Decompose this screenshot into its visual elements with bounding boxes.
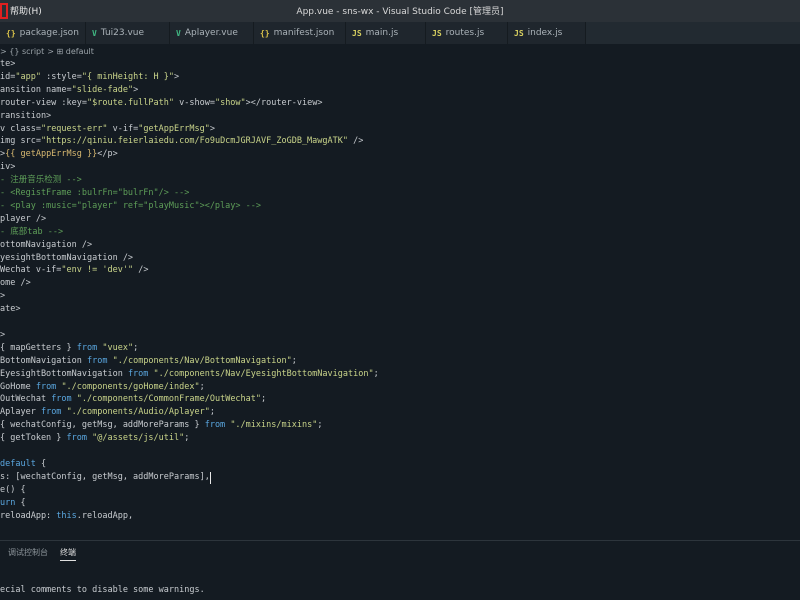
panel-tabs: 调试控制台 终端 [0,545,800,563]
vue-icon: V [92,28,97,38]
code-line: router-view :key="$route.fullPath" v-sho… [0,97,323,108]
code-line: s: [wechatConfig, getMsg, addMoreParams]… [0,471,210,482]
code-line: >{{ getAppErrMsg }}</p> [0,149,118,160]
tab-debug-console[interactable]: 调试控制台 [8,547,48,558]
code-line: Aplayer from "./components/Audio/Aplayer… [0,407,215,418]
window-title: App.vue - sns-wx - Visual Studio Code [管… [296,7,504,17]
code-line: { mapGetters } from "vuex"; [0,342,139,353]
code-line: - <play :music="player" ref="playMusic">… [0,200,261,211]
editor-tabs: {} package.json V Tui23.vue V Aplayer.vu… [0,22,800,44]
tab-label: main.js [365,28,399,38]
code-line: - <RegistFrame :bulrFn="bulrFn"/> --> [0,188,190,198]
terminal-output: ecial comments to disable some warnings. [0,585,205,595]
code-line: v class="request-err" v-if="getAppErrMsg… [0,123,215,134]
code-line: BottomNavigation from "./components/Nav/… [0,355,297,366]
code-line: id="app" :style="{ minHeight: H }"> [0,71,180,82]
code-line: EyesightBottomNavigation from "./compone… [0,368,379,379]
code-line: - 注册音乐检测 --> [0,175,82,186]
panel-divider [0,540,800,541]
code-line: reloadApp: this.reloadApp, [0,510,134,521]
breadcrumb-item-default[interactable]: > ⊞ default [47,47,94,56]
javascript-icon: JS [432,28,442,38]
tab-terminal[interactable]: 终端 [60,547,76,561]
code-editor[interactable]: te> id="app" :style="{ minHeight: H }"> an… [0,58,800,520]
json-icon: {} [6,28,16,38]
code-line: ottomNavigation /> [0,239,93,250]
menu-help[interactable]: 帮助(H) [10,4,42,17]
text-cursor [210,472,211,484]
code-line: default { [0,458,47,469]
tab-label: Aplayer.vue [184,28,238,38]
title-bar: 帮助(H) App.vue - sns-wx - Visual Studio C… [0,0,800,22]
code-line: img src="https://qiniu.feierlaiedu.com/F… [0,136,364,147]
tab-label: manifest.json [273,28,335,38]
code-line: GoHome from "./components/goHome/index"; [0,381,205,392]
code-line: > [0,329,6,340]
tab-label: routes.js [445,28,485,38]
tab-main-js[interactable]: JS main.js [346,22,426,44]
breadcrumb: > {} script > ⊞ default [0,44,800,58]
tab-label: Tui23.vue [100,28,145,38]
tab-manifest-json[interactable]: {} manifest.json [254,22,346,44]
code-line: Wechat v-if="env != 'dev'" /> [0,265,149,276]
tab-label: package.json [19,28,79,38]
menu-highlight-box [0,3,8,19]
code-line: ate> [0,304,21,315]
code-line: ome /> [0,278,31,289]
code-line: player /> [0,213,47,224]
code-line: - 底部tab --> [0,226,64,237]
tab-index-js[interactable]: JS index.js [508,22,586,44]
code-line: yesightBottomNavigation /> [0,252,134,263]
vue-icon: V [176,28,181,38]
json-icon: {} [260,28,270,38]
javascript-icon: JS [352,28,362,38]
code-line: urn { [0,497,26,508]
breadcrumb-item-script[interactable]: > {} script [0,47,44,56]
code-line: te> [0,59,16,69]
code-line: { wechatConfig, getMsg, addMoreParams } … [0,420,323,431]
tab-package-json[interactable]: {} package.json [0,22,86,44]
code-line: ansition name="slide-fade"> [0,84,139,95]
code-line: e() { [0,484,26,495]
javascript-icon: JS [514,28,524,38]
code-line: iv> [0,162,16,173]
tab-tui23-vue[interactable]: V Tui23.vue [86,22,170,44]
code-line: OutWechat from "./components/CommonFrame… [0,394,267,405]
code-line: ransition> [0,110,52,121]
tab-label: index.js [527,28,563,38]
code-line: > [0,291,6,302]
tab-routes-js[interactable]: JS routes.js [426,22,508,44]
tab-aplayer-vue[interactable]: V Aplayer.vue [170,22,254,44]
code-line: { getToken } from "@/assets/js/util"; [0,433,190,444]
